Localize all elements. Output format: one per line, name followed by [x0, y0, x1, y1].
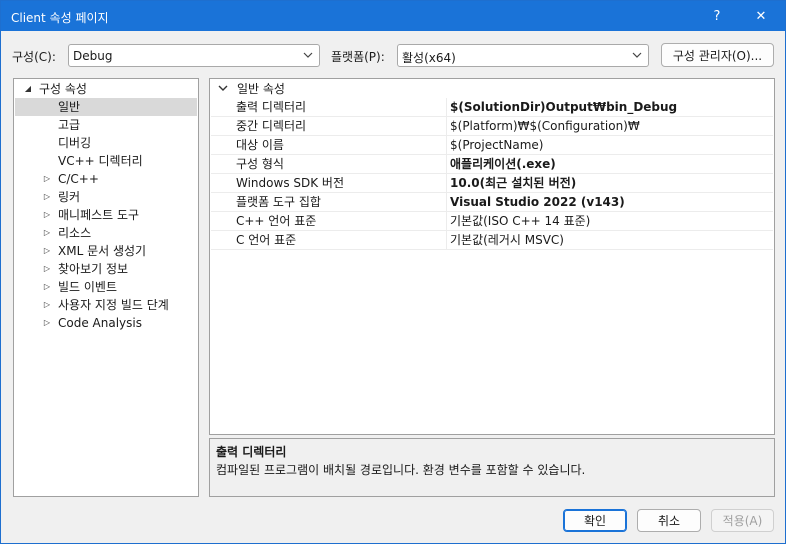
- tree-item[interactable]: 일반: [15, 98, 197, 116]
- cancel-button[interactable]: 취소: [637, 509, 701, 532]
- property-name: C 언어 표준: [211, 231, 447, 249]
- tree-item-label: 매니페스트 도구: [58, 208, 140, 222]
- window-title: Client 속성 페이지: [11, 11, 109, 25]
- expand-triangle-icon[interactable]: ▷: [42, 188, 52, 206]
- expand-triangle-icon[interactable]: ▷: [42, 242, 52, 260]
- expand-triangle-icon[interactable]: ▷: [42, 170, 52, 188]
- property-row[interactable]: C++ 언어 표준 기본값(ISO C++ 14 표준): [211, 212, 773, 231]
- platform-label: 플랫폼(P):: [331, 50, 385, 64]
- tree-item-label: Code Analysis: [58, 316, 142, 330]
- close-button[interactable]: ✕: [739, 1, 783, 31]
- properties-dialog: Client 속성 페이지 ? ✕ 구성(C): Debug 플랫폼(P): 활…: [0, 0, 786, 544]
- tree-item-label: XML 문서 생성기: [58, 244, 147, 258]
- property-value[interactable]: $(ProjectName): [450, 136, 772, 154]
- property-name: 플랫폼 도구 집합: [211, 193, 447, 211]
- collapse-triangle-icon[interactable]: ◢: [23, 80, 33, 98]
- tree-item-label: 빌드 이벤트: [58, 280, 118, 294]
- expand-triangle-icon[interactable]: ▷: [42, 260, 52, 278]
- description-text: 컴파일된 프로그램이 배치될 경로입니다. 환경 변수를 포함할 수 있습니다.: [216, 463, 586, 477]
- tree-item[interactable]: ▷ 사용자 지정 빌드 단계: [15, 296, 197, 314]
- tree-item-label: 디버깅: [58, 136, 92, 150]
- configuration-manager-label: 구성 관리자(O)...: [672, 48, 763, 63]
- expand-triangle-icon[interactable]: ▷: [42, 314, 52, 332]
- platform-value: 활성(x64): [402, 51, 456, 65]
- tree-item[interactable]: ▷ Code Analysis: [15, 314, 197, 332]
- chevron-down-icon: [632, 52, 642, 58]
- tree-item[interactable]: 디버깅: [15, 134, 197, 152]
- property-tree: ◢ 구성 속성 일반고급디버깅 VC++ 디렉터리 ▷ C/C++ ▷ 링커 ▷ 매니페스트 …: [13, 78, 199, 497]
- tree-item[interactable]: ▷ 빌드 이벤트: [15, 278, 197, 296]
- help-button[interactable]: ?: [695, 1, 739, 31]
- configuration-value: Debug: [73, 49, 113, 63]
- property-grid: 일반 속성 출력 디렉터리 $(SolutionDir)Output₩bin_De…: [209, 78, 775, 435]
- configuration-label: 구성(C):: [12, 50, 56, 64]
- configuration-manager-button[interactable]: 구성 관리자(O)...: [661, 43, 774, 67]
- description-title: 출력 디렉터리: [216, 445, 287, 459]
- ok-label: 확인: [583, 514, 607, 528]
- property-name: 출력 디렉터리: [211, 98, 447, 116]
- property-row[interactable]: 대상 이름 $(ProjectName): [211, 136, 773, 155]
- property-value[interactable]: 기본값(레거시 MSVC): [450, 231, 772, 249]
- configuration-dropdown[interactable]: Debug: [68, 44, 320, 67]
- cancel-label: 취소: [657, 514, 681, 528]
- platform-dropdown[interactable]: 활성(x64): [397, 44, 649, 67]
- tree-item-label: 고급: [58, 118, 81, 132]
- property-row[interactable]: 출력 디렉터리 $(SolutionDir)Output₩bin_Debug: [211, 98, 773, 117]
- chevron-down-icon: [303, 52, 313, 58]
- tree-root-configuration-properties[interactable]: ◢ 구성 속성: [15, 80, 197, 98]
- tree-item[interactable]: 고급: [15, 116, 197, 134]
- property-row[interactable]: 중간 디렉터리 $(Platform)₩$(Configuration)₩: [211, 117, 773, 136]
- property-name: 중간 디렉터리: [211, 117, 447, 135]
- tree-item[interactable]: ▷ 찾아보기 정보: [15, 260, 197, 278]
- tree-item-label: C/C++: [58, 172, 99, 186]
- apply-label: 적용(A): [722, 514, 763, 528]
- tree-item-label: 리소스: [58, 226, 92, 240]
- tree-item[interactable]: ▷ C/C++: [15, 170, 197, 188]
- category-label: 일반 속성: [237, 82, 285, 96]
- property-row[interactable]: 플랫폼 도구 집합 Visual Studio 2022 (v143): [211, 193, 773, 212]
- property-name: C++ 언어 표준: [211, 212, 447, 230]
- expand-triangle-icon[interactable]: ▷: [42, 224, 52, 242]
- property-name: 대상 이름: [211, 136, 447, 154]
- property-value[interactable]: $(Platform)₩$(Configuration)₩: [450, 117, 772, 135]
- property-value[interactable]: 애플리케이션(.exe): [450, 155, 772, 173]
- property-value[interactable]: Visual Studio 2022 (v143): [450, 193, 772, 211]
- property-value[interactable]: 기본값(ISO C++ 14 표준): [450, 212, 772, 230]
- description-panel: 출력 디렉터리 컴파일된 프로그램이 배치될 경로입니다. 환경 변수를 포함할…: [209, 438, 775, 497]
- tree-item-label: 찾아보기 정보: [58, 262, 129, 276]
- property-row[interactable]: Windows SDK 버전 10.0(최근 설치된 버전): [211, 174, 773, 193]
- tree-item[interactable]: ▷ 매니페스트 도구: [15, 206, 197, 224]
- property-name: 구성 형식: [211, 155, 447, 173]
- category-general-properties[interactable]: 일반 속성: [211, 80, 773, 98]
- expand-triangle-icon[interactable]: ▷: [42, 296, 52, 314]
- expand-triangle-icon[interactable]: ▷: [42, 206, 52, 224]
- tree-item-label: 사용자 지정 빌드 단계: [58, 298, 169, 312]
- property-value[interactable]: 10.0(최근 설치된 버전): [450, 174, 772, 192]
- tree-item-label: VC++ 디렉터리: [58, 154, 143, 168]
- tree-item-label: 링커: [58, 190, 81, 204]
- tree-item[interactable]: VC++ 디렉터리: [15, 152, 197, 170]
- property-value[interactable]: $(SolutionDir)Output₩bin_Debug: [450, 98, 772, 116]
- apply-button[interactable]: 적용(A): [711, 509, 774, 532]
- tree-item-label: 일반: [58, 100, 81, 114]
- close-icon: ✕: [755, 8, 767, 24]
- tree-item[interactable]: ▷ XML 문서 생성기: [15, 242, 197, 260]
- tree-item[interactable]: ▷ 리소스: [15, 224, 197, 242]
- title-bar: Client 속성 페이지 ? ✕: [1, 1, 785, 31]
- tree-item[interactable]: ▷ 링커: [15, 188, 197, 206]
- chevron-down-icon[interactable]: [217, 80, 229, 98]
- help-icon: ?: [713, 8, 721, 24]
- tree-root-label: 구성 속성: [39, 82, 87, 96]
- property-name: Windows SDK 버전: [211, 174, 447, 192]
- expand-triangle-icon[interactable]: ▷: [42, 278, 52, 296]
- ok-button[interactable]: 확인: [563, 509, 627, 532]
- property-row[interactable]: C 언어 표준 기본값(레거시 MSVC): [211, 231, 773, 250]
- property-row[interactable]: 구성 형식 애플리케이션(.exe): [211, 155, 773, 174]
